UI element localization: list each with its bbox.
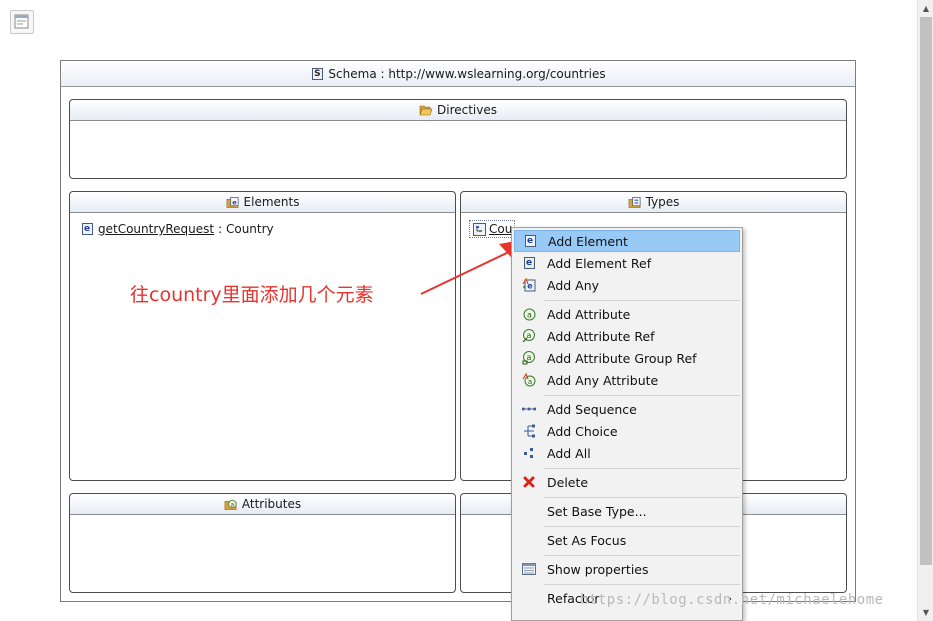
schema-icon: S bbox=[310, 67, 324, 81]
any-attribute-icon: a bbox=[522, 373, 536, 387]
directives-panel[interactable]: Directives bbox=[69, 99, 847, 179]
menu-item-set-as-focus[interactable]: Set As Focus bbox=[514, 529, 740, 551]
scroll-thumb[interactable] bbox=[920, 17, 932, 565]
menu-item-label: Add Element bbox=[548, 233, 628, 249]
menu-item-label: Add Sequence bbox=[547, 401, 637, 417]
types-folder-icon bbox=[628, 195, 642, 209]
menu-item-add-attribute-ref[interactable]: a Add Attribute Ref bbox=[514, 325, 740, 347]
menu-item-label: Add All bbox=[547, 445, 591, 461]
menu-item-label: Set As Focus bbox=[547, 532, 627, 548]
context-menu: e Add Element e Add Element Ref e Add An… bbox=[511, 227, 743, 621]
menu-separator bbox=[544, 497, 740, 498]
menu-item-delete[interactable]: Delete bbox=[514, 471, 740, 493]
directives-title: Directives bbox=[437, 103, 497, 117]
svg-text:a: a bbox=[230, 501, 234, 508]
attributes-header: a Attributes bbox=[70, 494, 455, 515]
menu-item-label: Add Any Attribute bbox=[547, 372, 659, 388]
element-ref-icon: e bbox=[522, 256, 536, 270]
menu-separator bbox=[544, 526, 740, 527]
menu-separator bbox=[544, 300, 740, 301]
element-item[interactable]: e getCountryRequest : Country bbox=[80, 222, 274, 236]
watermark: https://blog.csdn.net/michaelehome bbox=[580, 592, 884, 608]
editor-toggle-button[interactable] bbox=[10, 10, 34, 34]
folder-open-icon bbox=[419, 103, 433, 117]
menu-item-label: Add Any bbox=[547, 277, 600, 293]
menu-item-add-any-attribute[interactable]: a Add Any Attribute bbox=[514, 369, 740, 391]
outline-view-icon bbox=[14, 14, 29, 29]
menu-separator bbox=[544, 584, 740, 585]
annotation-text: 往country里面添加几个元素 bbox=[130, 284, 374, 306]
menu-item-add-sequence[interactable]: Add Sequence bbox=[514, 398, 740, 420]
attributes-title: Attributes bbox=[241, 497, 302, 511]
element-name: getCountryRequest bbox=[98, 222, 215, 236]
svg-text:a: a bbox=[528, 378, 532, 386]
svg-text:a: a bbox=[527, 310, 532, 319]
schema-title: Schema : http://www.wslearning.org/count… bbox=[328, 66, 606, 81]
types-title: Types bbox=[645, 195, 680, 209]
menu-item-label: Add Choice bbox=[547, 423, 618, 439]
menu-item-add-element[interactable]: e Add Element bbox=[514, 230, 740, 252]
attributes-folder-icon: a bbox=[224, 497, 238, 511]
attribute-ref-icon: a bbox=[522, 329, 536, 343]
menu-item-add-any[interactable]: e Add Any bbox=[514, 274, 740, 296]
all-icon bbox=[522, 446, 536, 460]
menu-item-add-attribute[interactable]: a Add Attribute bbox=[514, 303, 740, 325]
any-element-icon: e bbox=[522, 278, 536, 292]
menu-item-label: Show properties bbox=[547, 561, 649, 577]
menu-item-set-base-type[interactable]: Set Base Type... bbox=[514, 500, 740, 522]
properties-icon bbox=[522, 562, 536, 576]
menu-item-label: Add Attribute Ref bbox=[547, 328, 655, 344]
attribute-icon: a bbox=[522, 307, 536, 321]
menu-item-label: Set Base Type... bbox=[547, 503, 647, 519]
menu-item-label: Delete bbox=[547, 474, 589, 490]
element-type: : Country bbox=[218, 222, 274, 236]
menu-separator bbox=[544, 555, 740, 556]
menu-item-add-all[interactable]: Add All bbox=[514, 442, 740, 464]
svg-text:e: e bbox=[232, 198, 237, 206]
choice-icon bbox=[522, 424, 536, 438]
menu-item-show-properties[interactable]: Show properties bbox=[514, 558, 740, 580]
elements-title: Elements bbox=[243, 195, 300, 209]
attributes-panel[interactable]: a Attributes bbox=[69, 493, 456, 593]
menu-item-label: Add Element Ref bbox=[547, 255, 652, 271]
directives-header: Directives bbox=[70, 100, 846, 121]
schema-header: S Schema : http://www.wslearning.org/cou… bbox=[61, 61, 855, 87]
menu-separator bbox=[544, 468, 740, 469]
scroll-up-icon[interactable]: ▲ bbox=[918, 0, 933, 16]
elements-panel[interactable]: e Elements e getCountryRequest : Country bbox=[69, 191, 456, 481]
menu-item-label: Add Attribute Group Ref bbox=[547, 350, 697, 366]
scroll-down-icon[interactable]: ▼ bbox=[918, 604, 933, 620]
element-icon: e bbox=[523, 234, 537, 248]
attribute-group-ref-icon: a bbox=[522, 351, 536, 365]
elements-header: e Elements bbox=[70, 192, 455, 213]
menu-item-add-element-ref[interactable]: e Add Element Ref bbox=[514, 252, 740, 274]
delete-icon bbox=[522, 475, 536, 489]
types-header: Types bbox=[461, 192, 846, 213]
elements-folder-icon: e bbox=[226, 195, 240, 209]
menu-item-add-attribute-group-ref[interactable]: a Add Attribute Group Ref bbox=[514, 347, 740, 369]
element-icon: e bbox=[80, 222, 94, 236]
vertical-scrollbar[interactable]: ▲ ▼ bbox=[917, 0, 933, 621]
sequence-icon bbox=[522, 402, 536, 416]
menu-item-add-choice[interactable]: Add Choice bbox=[514, 420, 740, 442]
menu-item-label: Add Attribute bbox=[547, 306, 631, 322]
svg-text:a: a bbox=[527, 331, 532, 340]
menu-separator bbox=[544, 395, 740, 396]
